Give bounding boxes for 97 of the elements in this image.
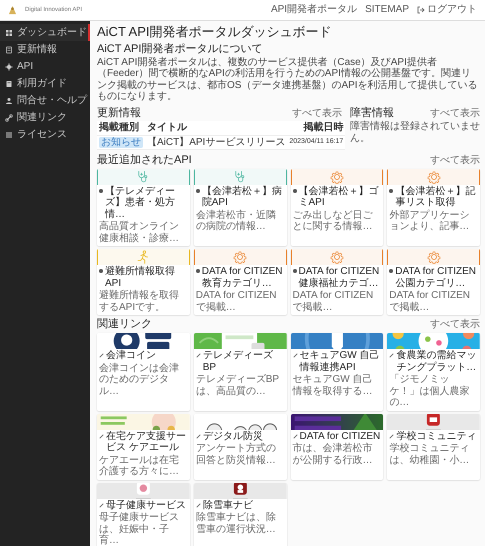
api-card[interactable]: 【会津若松＋】病院API 会津若松市・近隣の病院の情報… (194, 168, 286, 246)
table-cell[interactable]: 【AiCT】APIサービスリリース (145, 135, 288, 150)
card-title: テレメディーズBP (202, 350, 274, 373)
bullet-icon (389, 269, 394, 274)
sidebar-item[interactable]: 利用ガイド (0, 75, 90, 92)
card-description: 避難所情報を取得するAPIです。 (99, 290, 180, 314)
running-person-icon (136, 250, 150, 264)
card-description: セキュアGW 自己情報を取得する… (292, 374, 374, 397)
grid-icon (5, 28, 13, 36)
sidebar-item[interactable]: 問合せ・ヘルプ (0, 92, 90, 109)
card-title: DATA for CITIZEN 教育カテゴリ… (202, 266, 284, 290)
about-text: AiCT API開発者ポータルは、複数のサービス提供者（Case）及びAPI提供者（Feeder）間で横断的なAPIの利活用を行うためのAPI情報の公開基盤です。関連リンク掲載のサービスは、都市OS（データ連携基盤）のAPIを利活用して提供しているものになります。 (97, 56, 479, 103)
column-header: 掲載日時 (287, 121, 346, 136)
link-card[interactable]: デジタル防災 アンケート方式の回答と防災情報… (194, 414, 286, 480)
column-header: タイトル (145, 121, 288, 136)
link-card[interactable]: DATA for CITIZEN 市は、会津若松市が公開する行政… (290, 414, 384, 480)
card-description: ケアエールは在宅介護する方々に… (99, 454, 180, 478)
api-card[interactable]: DATA for CITIZEN 健康福祉カテゴ… DATA for CITIZENで掲載… (290, 249, 384, 316)
logout-link[interactable]: ログアウト (417, 4, 477, 16)
card-description: テレメディーズBPは、高品質の… (196, 374, 280, 397)
bullet-icon (196, 269, 200, 274)
card-title: 除雪車ナビ (202, 500, 253, 511)
card-title: 【会津若松＋】ゴミAPI (298, 186, 380, 209)
logout-icon (417, 6, 425, 14)
section-heading: 最近追加されたAPI (97, 154, 192, 167)
header-link[interactable]: API開発者ポータル (270, 4, 358, 16)
show-all-link[interactable]: すべて表示 (430, 108, 480, 120)
logo-icon (8, 4, 17, 16)
card-description: DATA for CITIZENで掲載… (292, 290, 374, 314)
api-card[interactable]: 【会津若松＋】記事リスト取得 外部アプリケーションより、記事… (387, 168, 480, 246)
section-heading: 障害情報 (350, 106, 394, 120)
card-description: 「ジモノミッケ！」は個人農家の… (389, 374, 470, 408)
api-card[interactable]: DATA for CITIZEN 教育カテゴリ… DATA for CITIZENで掲載… (194, 249, 286, 316)
api-card[interactable]: 【テレメディーズ】患者・処方情… 高品質オンライン健康相談・診療… (97, 168, 190, 246)
card-title: 会津コイン (106, 350, 156, 362)
link-card[interactable]: 食農業の需給マッチングプラット… 「ジモノミッケ！」は個人農家の… (387, 333, 480, 410)
card-title: DATA for CITIZEN 公園カテゴリ… (395, 266, 477, 290)
page-title: AiCT API開発者ポータルダッシュボード (97, 25, 333, 40)
card-description: 外部アプリケーションより、記事… (389, 210, 470, 233)
card-title: 在宅ケア支援サービス ケアエール (106, 430, 187, 454)
book-icon (5, 80, 13, 88)
sidebar-item[interactable]: 更新情報 (0, 41, 90, 58)
bullet-icon (389, 188, 394, 193)
section-heading: 更新情報 (97, 106, 141, 120)
section-heading: AiCT API開発者ポータルについて (97, 42, 264, 56)
card-title: 食農業の需給マッチングプラット… (396, 350, 478, 373)
card-title: 【会津若松＋】病院API (202, 186, 283, 209)
show-all-link[interactable]: すべて表示 (430, 319, 480, 331)
card-description: 会津コインは会津のためのデジタル… (99, 362, 180, 397)
list-icon (5, 130, 13, 138)
card-description: DATA for CITIZENで掲載… (389, 290, 471, 314)
card-description: 除雪車ナビは、除雪車の運行状況… (196, 512, 277, 535)
card-description: 学校コミュニティは、幼稚園・小… (389, 443, 470, 466)
card-description: DATA for CITIZENで掲載… (196, 290, 278, 314)
link-card[interactable]: 除雪車ナビ 除雪車ナビは、除雪車の運行状況… (194, 482, 286, 546)
card-title: 学校コミュニティ (396, 430, 476, 442)
bullet-icon (99, 188, 103, 193)
sidebar-item[interactable]: ライセンス (0, 126, 90, 143)
api-card[interactable]: 【会津若松＋】ゴミAPI ごみ出しなど日ごとに関する情報… (290, 168, 384, 246)
link-card[interactable]: セキュアGW 自己情報連携API セキュアGW 自己情報を取得する… (290, 333, 384, 410)
card-description: アンケート方式の回答と防災情報… (196, 443, 277, 466)
empty-message: 障害情報は登録されていません。 (350, 121, 480, 144)
card-description: 会津若松市・近隣の病院の情報… (196, 210, 277, 233)
card-title: 【テレメディーズ】患者・処方情… (105, 186, 176, 220)
card-title: 【会津若松＋】記事リスト取得 (395, 186, 476, 209)
header-link[interactable]: SITEMAP (365, 4, 409, 16)
link-card[interactable]: テレメディーズBP テレメディーズBPは、高品質の… (194, 333, 286, 410)
bullet-icon (292, 188, 296, 193)
bullet-icon (196, 188, 200, 193)
link-card[interactable]: 会津コイン 会津コインは会津のためのデジタル… (97, 333, 190, 410)
sidebar-item[interactable]: API (0, 58, 90, 75)
column-header: 掲載種別 (97, 121, 145, 136)
people-icon (5, 96, 13, 104)
card-title: 母子健康サービス (106, 500, 186, 511)
link-card[interactable]: 母子健康サービス 母子健康サービスは、妊娠中・子育… (97, 482, 190, 546)
bullet-icon (99, 269, 103, 274)
card-title: 避難所情報取得API (105, 266, 176, 290)
sidebar-item[interactable]: 関連リンク (0, 109, 90, 126)
card-description: 高品質オンライン健康相談・診療… (99, 221, 180, 244)
show-all-link[interactable]: すべて表示 (430, 155, 480, 167)
link-card[interactable]: 学校コミュニティ 学校コミュニティは、幼稚園・小… (387, 414, 480, 480)
category-tag: お知らせ (99, 136, 143, 148)
sidebar-item[interactable]: ダッシュボード (0, 24, 90, 41)
document-icon (5, 46, 13, 54)
card-title: DATA for CITIZEN (300, 430, 380, 442)
card-description: 母子健康サービスは、妊娠中・子育… (99, 512, 180, 546)
bullet-icon (292, 269, 296, 274)
card-description: ごみ出しなど日ごとに関する情報… (292, 210, 374, 233)
api-card[interactable]: 避難所情報取得API 避難所情報を取得するAPIです。 (97, 249, 190, 316)
card-title: セキュアGW 自己情報連携API (300, 350, 380, 373)
link-card[interactable]: 在宅ケア支援サービス ケアエール ケアエールは在宅介護する方々に… (97, 414, 190, 480)
show-all-link[interactable]: すべて表示 (292, 108, 342, 120)
api-card[interactable]: DATA for CITIZEN 公園カテゴリ… DATA for CITIZENで掲載… (387, 249, 480, 316)
card-title: DATA for CITIZEN 健康福祉カテゴ… (298, 266, 380, 290)
card-title: デジタル防災 (202, 430, 263, 442)
section-heading: 関連リンク (97, 318, 152, 331)
card-description: 市は、会津若松市が公開する行政… (292, 443, 374, 466)
